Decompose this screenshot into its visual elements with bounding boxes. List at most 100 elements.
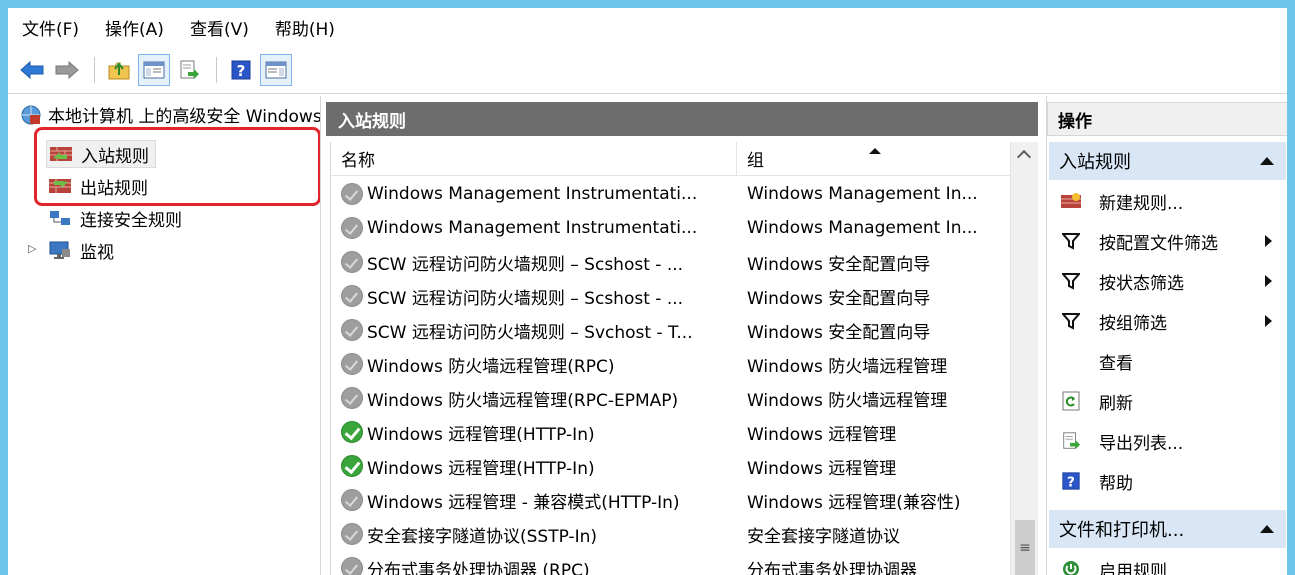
action-new-rule[interactable]: 新建规则... <box>1049 182 1286 220</box>
disabled-status-icon <box>341 285 363 307</box>
rule-group: Windows 远程管理 <box>747 458 897 479</box>
export-list-icon[interactable] <box>173 54 205 86</box>
menu-file[interactable]: 文件(F) <box>22 15 79 40</box>
rule-name: Windows Management Instrumentati... <box>367 218 698 238</box>
rule-group: Windows 安全配置向导 <box>747 322 931 343</box>
actions-section-file-and-printer[interactable]: 文件和打印机... <box>1049 510 1286 548</box>
menu-action[interactable]: 操作(A) <box>105 15 164 40</box>
red-highlight-box <box>34 127 320 206</box>
filter-icon <box>1059 269 1083 293</box>
expand-arrow-icon[interactable]: ▷ <box>28 242 36 255</box>
rule-name: 分布式事务处理协调器 (RPC) <box>367 560 590 575</box>
toolbar-separator <box>94 56 95 83</box>
rule-name-cell: 分布式事务处理协调器 (RPC) <box>331 556 737 575</box>
tree-root[interactable]: 本地计算机 上的高级安全 Windows <box>20 102 321 127</box>
back-arrow-icon[interactable] <box>16 54 48 86</box>
rule-name: Windows 防火墙远程管理(RPC-EPMAP) <box>367 390 679 411</box>
table-row[interactable]: 分布式事务处理协调器 (RPC) 分布式事务处理协调器 <box>331 551 1009 575</box>
center-title: 入站规则 <box>326 102 1038 136</box>
action-filter-by-profile[interactable]: 按配置文件筛选 <box>1049 222 1286 260</box>
disabled-status-icon <box>341 489 363 511</box>
rule-name-cell: SCW 远程访问防火墙规则 – Scshost - ... <box>331 284 737 309</box>
rule-name: Windows 远程管理 - 兼容模式(HTTP-In) <box>367 492 680 513</box>
rule-group: Windows Management In... <box>747 218 978 238</box>
table-row[interactable]: SCW 远程访问防火墙规则 – Svchost - T... Windows 安全… <box>331 313 1009 347</box>
forward-arrow-icon[interactable] <box>51 54 83 86</box>
filter-icon <box>1059 229 1083 253</box>
table-row[interactable]: Windows 远程管理(HTTP-In) Windows 远程管理 <box>331 449 1009 483</box>
vertical-scrollbar[interactable]: ≡ <box>1010 142 1038 575</box>
table-row[interactable]: Windows 远程管理 - 兼容模式(HTTP-In) Windows 远程管理… <box>331 483 1009 517</box>
rule-group: Windows 远程管理 <box>747 424 897 445</box>
collapse-icon[interactable] <box>1260 525 1274 533</box>
center-pane: 入站规则 名称 组 Windows Management Instrumenta… <box>326 102 1038 575</box>
scroll-thumb[interactable]: ≡ <box>1015 520 1035 575</box>
firewall-globe-icon <box>21 105 41 124</box>
rule-name: 安全套接字隧道协议(SSTP-In) <box>367 526 598 547</box>
action-export-list[interactable]: 导出列表... <box>1049 422 1286 460</box>
enable-rule-icon <box>1059 557 1083 575</box>
show-hide-console-tree-icon[interactable] <box>138 53 170 86</box>
disabled-status-icon <box>341 387 363 409</box>
collapse-icon[interactable] <box>1260 157 1274 165</box>
action-label: 按状态筛选 <box>1099 273 1184 294</box>
action-refresh[interactable]: 刷新 <box>1049 382 1286 420</box>
table-row[interactable]: Windows 防火墙远程管理(RPC-EPMAP) Windows 防火墙远程管… <box>331 381 1009 415</box>
actions-section-inbound-rules[interactable]: 入站规则 <box>1049 142 1286 180</box>
action-help[interactable]: ? 帮助 <box>1049 462 1286 500</box>
table-row[interactable]: Windows Management Instrumentati... Windo… <box>331 177 1009 211</box>
action-filter-by-group[interactable]: 按组筛选 <box>1049 302 1286 340</box>
action-label: 按配置文件筛选 <box>1099 233 1218 254</box>
filter-icon <box>1059 309 1083 333</box>
rule-name: SCW 远程访问防火墙规则 – Scshost - ... <box>367 254 684 275</box>
rule-name: Windows 防火墙远程管理(RPC) <box>367 356 615 377</box>
help-icon[interactable]: ? <box>225 54 257 86</box>
up-folder-icon[interactable] <box>103 54 135 86</box>
rule-name: SCW 远程访问防火墙规则 – Svchost - T... <box>367 322 693 343</box>
action-label: 帮助 <box>1099 473 1133 494</box>
tree-item-monitoring[interactable]: 监视 <box>46 236 120 264</box>
table-row[interactable]: Windows Management Instrumentati... Windo… <box>331 211 1009 245</box>
disabled-status-icon <box>341 523 363 545</box>
disabled-status-icon <box>341 353 363 375</box>
show-hide-action-pane-icon[interactable] <box>260 53 292 86</box>
tree-root-label: 本地计算机 上的高级安全 Windows <box>48 107 321 127</box>
view-placeholder <box>1059 349 1083 373</box>
menu-help[interactable]: 帮助(H) <box>275 15 335 40</box>
table-row[interactable]: Windows 防火墙远程管理(RPC) Windows 防火墙远程管理 <box>331 347 1009 381</box>
scroll-up-icon[interactable] <box>1016 149 1032 165</box>
rule-name-cell: SCW 远程访问防火墙规则 – Svchost - T... <box>331 318 737 343</box>
rule-name-cell: Windows Management Instrumentati... <box>331 217 737 239</box>
toolbar: ? <box>8 46 1287 94</box>
connection-security-icon <box>50 211 70 225</box>
svg-text:?: ? <box>1067 474 1075 490</box>
action-enable-rule[interactable]: 启用规则 <box>1049 550 1286 575</box>
monitor-icon <box>49 241 70 259</box>
tree-item-connection-security-rules[interactable]: 连接安全规则 <box>46 204 188 232</box>
new-rule-icon <box>1059 189 1083 213</box>
table-row[interactable]: SCW 远程访问防火墙规则 – Scshost - ... Windows 安全配… <box>331 279 1009 313</box>
column-header-group[interactable]: 组 <box>737 142 1009 175</box>
table-row[interactable]: SCW 远程访问防火墙规则 – Scshost - ... Windows 安全配… <box>331 245 1009 279</box>
disabled-status-icon <box>341 217 363 239</box>
rule-name-cell: Windows 远程管理 - 兼容模式(HTTP-In) <box>331 488 737 513</box>
menu-view[interactable]: 查看(V) <box>190 15 249 40</box>
section-label: 入站规则 <box>1059 152 1131 173</box>
rule-name-cell: 安全套接字隧道协议(SSTP-In) <box>331 522 737 547</box>
refresh-icon <box>1059 389 1083 413</box>
toolbar-separator <box>216 56 217 83</box>
submenu-arrow-icon <box>1265 235 1272 247</box>
rule-name-cell: SCW 远程访问防火墙规则 – Scshost - ... <box>331 250 737 275</box>
rules-list: 名称 组 Windows Management Instrumentati...… <box>330 142 1038 575</box>
action-view[interactable]: 查看 <box>1049 342 1286 380</box>
column-header-name[interactable]: 名称 <box>331 142 737 175</box>
rule-group: Windows 安全配置向导 <box>747 254 931 275</box>
enabled-check-icon <box>341 421 363 443</box>
disabled-status-icon <box>341 557 363 575</box>
action-filter-by-state[interactable]: 按状态筛选 <box>1049 262 1286 300</box>
table-row[interactable]: 安全套接字隧道协议(SSTP-In) 安全套接字隧道协议 <box>331 517 1009 551</box>
rule-rows: Windows Management Instrumentati... Windo… <box>331 177 1009 575</box>
menu-bar: 文件(F) 操作(A) 查看(V) 帮助(H) <box>8 8 1287 46</box>
rule-group: Windows Management In... <box>747 184 978 204</box>
table-row[interactable]: Windows 远程管理(HTTP-In) Windows 远程管理 <box>331 415 1009 449</box>
